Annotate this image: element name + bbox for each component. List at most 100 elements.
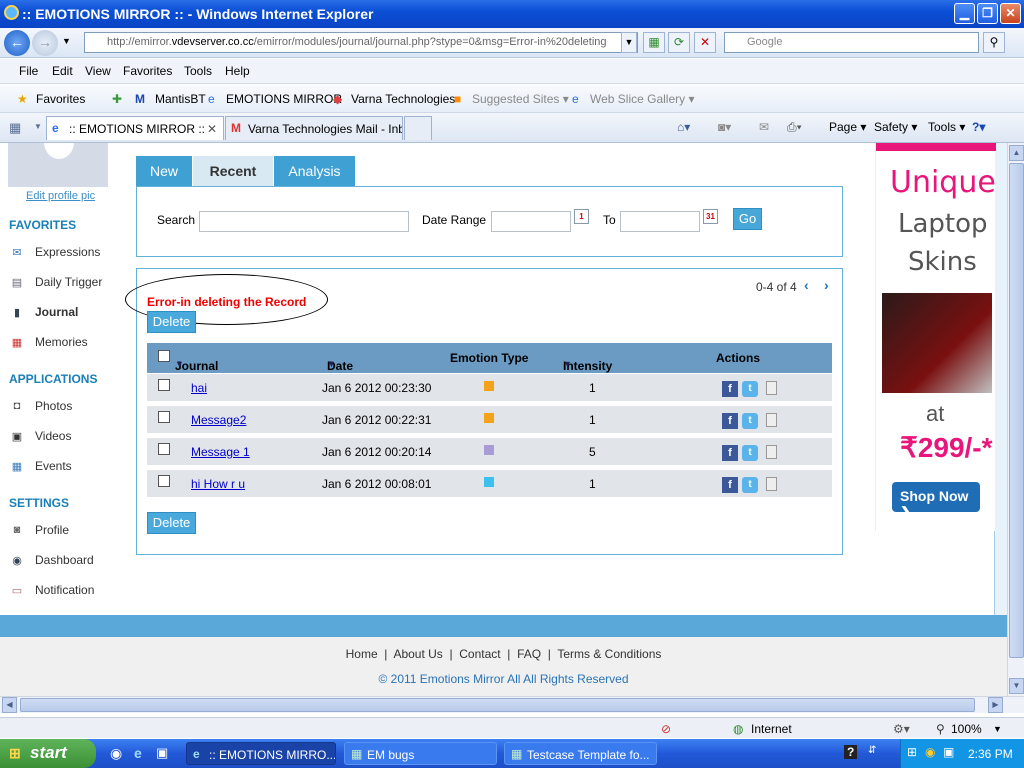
row-checkbox[interactable] — [158, 443, 170, 455]
footer-about-link[interactable]: About Us — [393, 647, 442, 661]
vertical-scroll-thumb[interactable] — [1009, 163, 1024, 658]
facebook-share-icon[interactable]: f — [722, 477, 738, 493]
scroll-left-icon[interactable]: ◀ — [2, 697, 17, 713]
search-input[interactable]: Google — [724, 32, 979, 53]
sort-journal-icon[interactable]: ▼ — [175, 359, 184, 369]
scroll-up-icon[interactable]: ▲ — [1009, 145, 1024, 161]
tab-emotions-mirror[interactable]: e :: EMOTIONS MIRROR :: ✕ — [46, 116, 224, 140]
new-tab-button[interactable] — [404, 116, 432, 140]
twitter-share-icon[interactable]: t — [742, 477, 758, 493]
minimize-button[interactable]: ▁ — [954, 3, 975, 24]
footer-faq-link[interactable]: FAQ — [517, 647, 541, 661]
twitter-share-icon[interactable]: t — [742, 381, 758, 397]
address-dropdown-icon[interactable]: ▼ — [621, 32, 637, 53]
sidebar-item-notification[interactable]: Notification — [35, 583, 94, 597]
horizontal-scroll-thumb[interactable] — [20, 698, 975, 712]
chrome-icon[interactable]: ◉ — [110, 745, 122, 762]
twitter-share-icon[interactable]: t — [742, 413, 758, 429]
menu-favorites[interactable]: Favorites — [123, 64, 172, 78]
close-tab-icon[interactable]: ✕ — [207, 122, 217, 136]
delete-row-icon[interactable] — [766, 477, 777, 491]
refresh-icon[interactable]: ⟳ — [668, 32, 690, 53]
search-input[interactable] — [199, 211, 409, 232]
home-icon[interactable]: ⌂▾ — [677, 120, 690, 134]
page-menu[interactable]: Page ▾ — [829, 120, 866, 134]
tab-recent[interactable]: Recent — [193, 156, 273, 186]
twitter-share-icon[interactable]: t — [742, 445, 758, 461]
menu-help[interactable]: Help — [225, 64, 250, 78]
taskbar-expand-icon[interactable]: ⇵ — [868, 745, 876, 756]
journal-title-link[interactable]: Message2 — [191, 413, 246, 427]
facebook-share-icon[interactable]: f — [722, 413, 738, 429]
sort-intensity-icon[interactable]: ▼ — [563, 359, 572, 369]
menu-view[interactable]: View — [85, 64, 111, 78]
task-testcase-template[interactable]: ▦ Testcase Template fo... — [504, 742, 657, 765]
sidebar-item-videos[interactable]: Videos — [35, 429, 71, 443]
fav-web-slice-gallery[interactable]: Web Slice Gallery ▾ — [590, 92, 695, 106]
tab-analysis[interactable]: Analysis — [274, 156, 355, 186]
fav-varna[interactable]: Varna Technologies — [351, 92, 455, 106]
help-icon[interactable]: ?▾ — [972, 120, 985, 134]
tab-new[interactable]: New — [136, 156, 192, 186]
vertical-scrollbar[interactable]: ▲ ▼ — [1007, 143, 1024, 696]
calendar-from-icon[interactable]: 1 — [574, 209, 589, 224]
clock[interactable]: 2:36 PM — [968, 747, 1013, 761]
forward-button[interactable]: → — [32, 30, 58, 56]
facebook-share-icon[interactable]: f — [722, 445, 738, 461]
delete-row-icon[interactable] — [766, 413, 777, 427]
zoom-dropdown-icon[interactable]: ▼ — [993, 724, 1002, 734]
delete-row-icon[interactable] — [766, 445, 777, 459]
fav-mantisbt[interactable]: MantisBT — [155, 92, 206, 106]
scroll-down-icon[interactable]: ▼ — [1009, 678, 1024, 694]
ie-launch-icon[interactable]: e — [134, 745, 142, 761]
shop-now-button[interactable]: Shop Now ❯ — [892, 482, 980, 520]
footer-terms-link[interactable]: Terms & Conditions — [557, 647, 661, 661]
print-icon[interactable]: ⎙▾ — [787, 120, 802, 135]
sidebar-item-photos[interactable]: Photos — [35, 399, 72, 413]
fav-suggested-sites[interactable]: Suggested Sites ▾ — [472, 92, 569, 106]
sidebar-item-expressions[interactable]: Expressions — [35, 245, 100, 259]
footer-contact-link[interactable]: Contact — [459, 647, 500, 661]
menu-tools[interactable]: Tools — [184, 64, 212, 78]
select-all-checkbox[interactable] — [158, 350, 170, 362]
sidebar-item-memories[interactable]: Memories — [35, 335, 88, 349]
blocked-popup-icon[interactable]: ⊘ — [661, 722, 671, 736]
journal-title-link[interactable]: hai — [191, 381, 207, 395]
row-checkbox[interactable] — [158, 411, 170, 423]
tab-list-dropdown-icon[interactable]: ▼ — [34, 122, 42, 131]
edit-profile-pic-link[interactable]: Edit profile pic — [26, 190, 95, 202]
prev-page-icon[interactable]: ‹ — [804, 277, 809, 293]
quick-tabs-icon[interactable]: ▦ — [9, 120, 21, 136]
row-checkbox[interactable] — [158, 379, 170, 391]
stop-icon[interactable]: ✕ — [694, 32, 716, 53]
maximize-button[interactable]: ❐ — [977, 3, 998, 24]
menu-edit[interactable]: Edit — [52, 64, 73, 78]
start-button[interactable]: ⊞ start — [0, 739, 96, 768]
scroll-right-icon[interactable]: ▶ — [988, 697, 1003, 713]
favorites-button[interactable]: Favorites — [36, 92, 85, 106]
feeds-icon[interactable]: ◙▾ — [718, 120, 731, 134]
task-em-bugs[interactable]: ▦ EM bugs — [344, 742, 497, 765]
compatibility-view-icon[interactable]: ▦ — [643, 32, 665, 53]
journal-title-link[interactable]: Message 1 — [191, 445, 250, 459]
sidebar-item-daily-trigger[interactable]: Daily Trigger — [35, 275, 102, 289]
recent-pages-dropdown-icon[interactable]: ▼ — [62, 36, 71, 46]
row-checkbox[interactable] — [158, 475, 170, 487]
sidebar-item-events[interactable]: Events — [35, 459, 72, 473]
tab-varna-mail[interactable]: M Varna Technologies Mail - Inb... — [225, 116, 403, 140]
task-emotions-mirror[interactable]: e :: EMOTIONS MIRRO... — [186, 742, 336, 765]
protected-mode-icon[interactable]: ⚙▾ — [893, 722, 910, 736]
sidebar-item-profile[interactable]: Profile — [35, 523, 69, 537]
go-button[interactable]: Go — [733, 208, 762, 230]
footer-home-link[interactable]: Home — [346, 647, 378, 661]
zoom-level[interactable]: 100% — [951, 722, 982, 736]
search-icon[interactable]: ⚲ — [983, 32, 1005, 53]
volume-icon[interactable]: ▣ — [943, 745, 954, 759]
delete-row-icon[interactable] — [766, 381, 777, 395]
address-field[interactable]: http://emirror.vdevserver.co.cc/emirror/… — [84, 32, 638, 53]
journal-title-link[interactable]: hi How r u — [191, 477, 245, 491]
fav-emotions-mirror[interactable]: EMOTIONS MIRROR — [226, 92, 342, 106]
close-window-button[interactable]: ✕ — [1000, 3, 1021, 24]
delete-button-top[interactable]: Delete — [147, 311, 196, 333]
sidebar-item-dashboard[interactable]: Dashboard — [35, 553, 94, 567]
